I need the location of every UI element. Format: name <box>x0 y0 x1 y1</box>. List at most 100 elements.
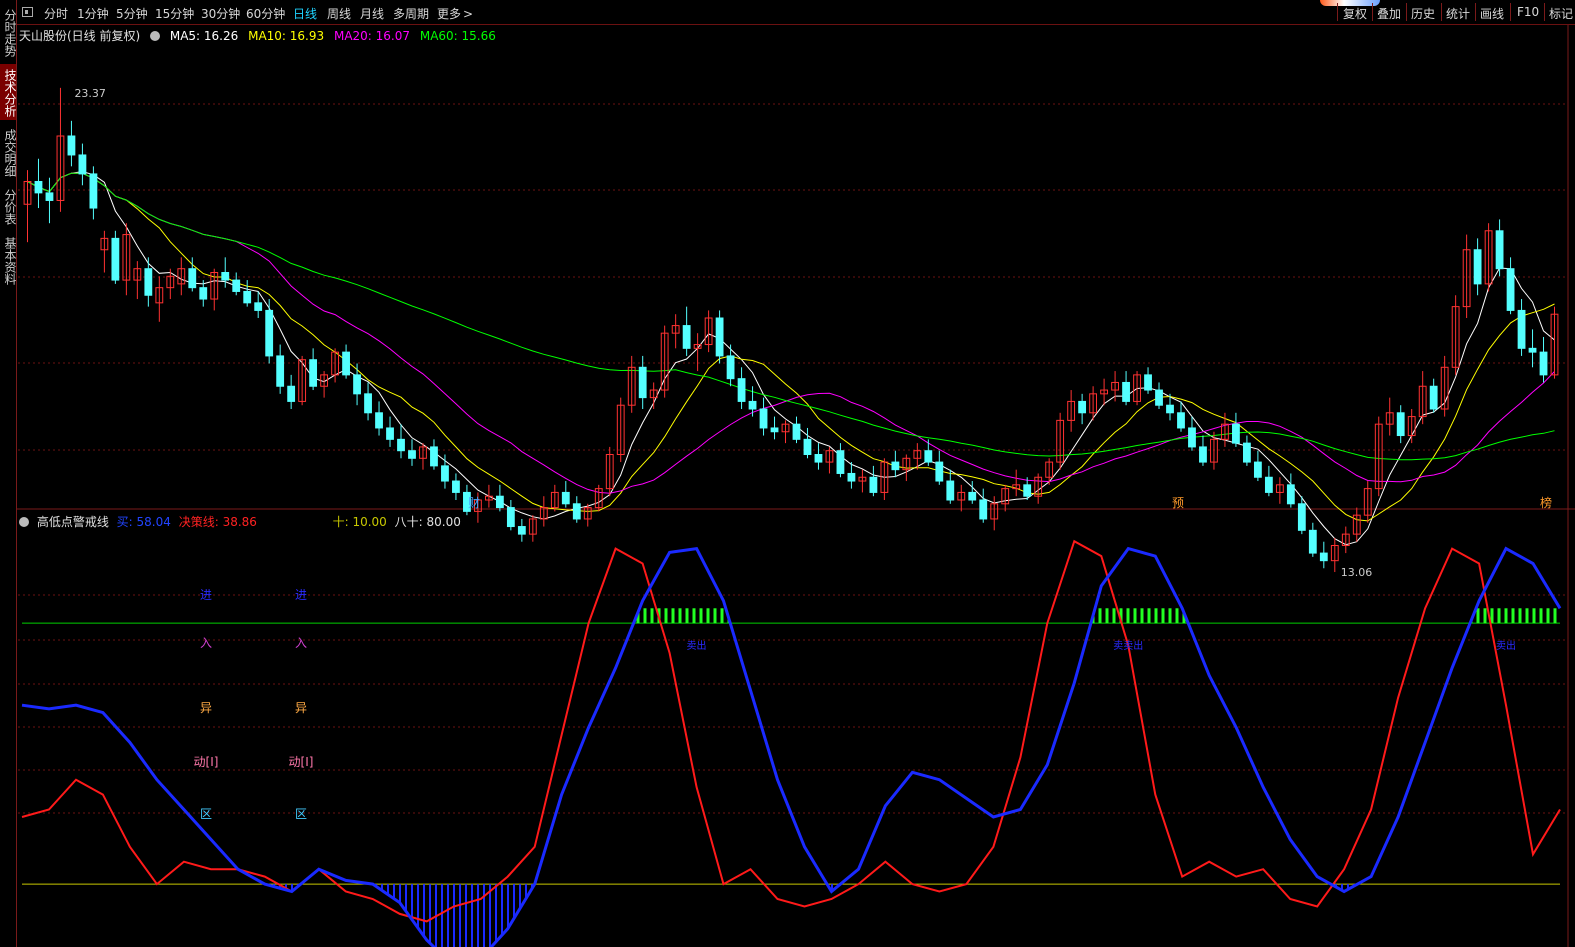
candle-down <box>1155 389 1163 406</box>
candle-down <box>638 366 647 399</box>
candle-down <box>243 290 252 304</box>
candle-down <box>375 412 383 429</box>
candle-down <box>495 495 504 509</box>
candle-down <box>1199 446 1207 463</box>
decision-line <box>21 539 1561 923</box>
candlesticks <box>23 87 1559 573</box>
low-price-label: 13.06 <box>1341 566 1373 579</box>
event-marker: 榜 <box>1540 495 1552 510</box>
candle-down <box>1177 412 1185 429</box>
candle-down <box>726 355 735 380</box>
candle-down <box>517 526 526 535</box>
chart-canvas[interactable]: 23.37 13.06 财 预 榜 卖出 卖卖出 卖出 进入异动[I] 区 进入异动[I] 区 <box>0 0 1575 947</box>
candle-down <box>1429 385 1438 410</box>
candle-down <box>364 393 372 414</box>
candle-down <box>1243 442 1251 463</box>
candle-down <box>946 480 955 501</box>
candle-down <box>309 359 318 387</box>
candle-down <box>803 438 812 456</box>
candle-down <box>1253 461 1262 478</box>
zone-text: 进 <box>295 588 307 602</box>
zone-text: 区 <box>295 807 307 821</box>
candle-down <box>221 272 230 281</box>
candle-down <box>1023 484 1032 497</box>
candle-down <box>408 450 416 459</box>
candle-down <box>89 173 98 209</box>
candle-down <box>353 374 361 395</box>
candle-down <box>386 427 394 440</box>
candle-down <box>968 491 977 501</box>
candle-down <box>1078 400 1087 414</box>
high-price-label: 23.37 <box>74 87 106 100</box>
candle-down <box>397 438 405 452</box>
candle-down <box>254 302 263 311</box>
event-marker: 财 <box>468 496 480 510</box>
candle-down <box>1188 427 1196 448</box>
candle-down <box>78 154 87 175</box>
candle-down <box>1396 412 1405 437</box>
candle-down <box>935 461 944 482</box>
candle-down <box>287 385 296 402</box>
candle-down <box>34 181 43 194</box>
candle-down <box>847 472 856 482</box>
candle-down <box>441 465 449 482</box>
sell-peak-label: 卖出 <box>1496 639 1516 652</box>
candle-down <box>1286 484 1295 505</box>
ma10-line <box>27 172 1555 522</box>
buy-line <box>21 546 1562 947</box>
candle-down <box>506 507 515 528</box>
zone-text: 进 <box>200 588 212 602</box>
candle-down <box>1166 404 1174 414</box>
sell-peak-label: 卖出 <box>687 639 707 652</box>
event-marker: 预 <box>1172 496 1184 510</box>
candle-down <box>1528 347 1537 353</box>
candle-down <box>144 268 153 296</box>
candle-down <box>67 135 76 156</box>
candle-down <box>1297 503 1306 531</box>
candle-down <box>869 476 878 493</box>
ma5-line <box>27 171 1555 546</box>
candle-down <box>232 279 241 292</box>
candle-down <box>770 427 779 433</box>
candle-down <box>1264 476 1273 493</box>
zone-text: 入 <box>295 636 307 650</box>
candle-down <box>111 237 120 281</box>
grid-lines <box>17 25 1575 947</box>
zone-text: 异 <box>295 701 307 715</box>
candle-down <box>45 192 54 201</box>
candle-down <box>342 351 350 376</box>
candle-down <box>265 309 274 357</box>
candle-down <box>276 355 285 387</box>
candle-down <box>924 450 933 463</box>
candle-down <box>891 461 900 471</box>
candle-down <box>836 450 845 474</box>
candle-down <box>715 317 724 357</box>
zone-text: 入 <box>200 636 212 650</box>
zone-text: 动[I] <box>289 755 314 769</box>
candle-down <box>1319 552 1328 562</box>
candle-down <box>748 400 757 410</box>
candle-down <box>1517 309 1526 349</box>
candle-down <box>1144 374 1152 391</box>
ma-lines <box>27 171 1555 546</box>
candle-down <box>1473 249 1482 285</box>
candle-down <box>1495 230 1504 270</box>
candle-down <box>682 325 691 349</box>
candle-down <box>1232 423 1240 444</box>
candle-down <box>430 446 438 467</box>
zone-text: 异 <box>200 701 212 715</box>
candle-down <box>792 423 801 440</box>
candle-down <box>1308 529 1317 554</box>
sell-peak-label: 卖卖出 <box>1113 639 1143 652</box>
candle-down <box>188 268 197 289</box>
candle-down <box>199 287 208 300</box>
zone-text: 动[I] <box>194 755 219 769</box>
candle-down <box>452 480 460 493</box>
candle-down <box>759 408 768 429</box>
candle-down <box>814 454 823 463</box>
ma60-line <box>27 172 1555 461</box>
candle-down <box>737 378 746 402</box>
zone-text: 区 <box>200 807 212 821</box>
indicator-plot: 卖出 卖卖出 卖出 进入异动[I] 区 进入异动[I] 区 <box>21 539 1562 947</box>
candle-down <box>1539 351 1548 376</box>
